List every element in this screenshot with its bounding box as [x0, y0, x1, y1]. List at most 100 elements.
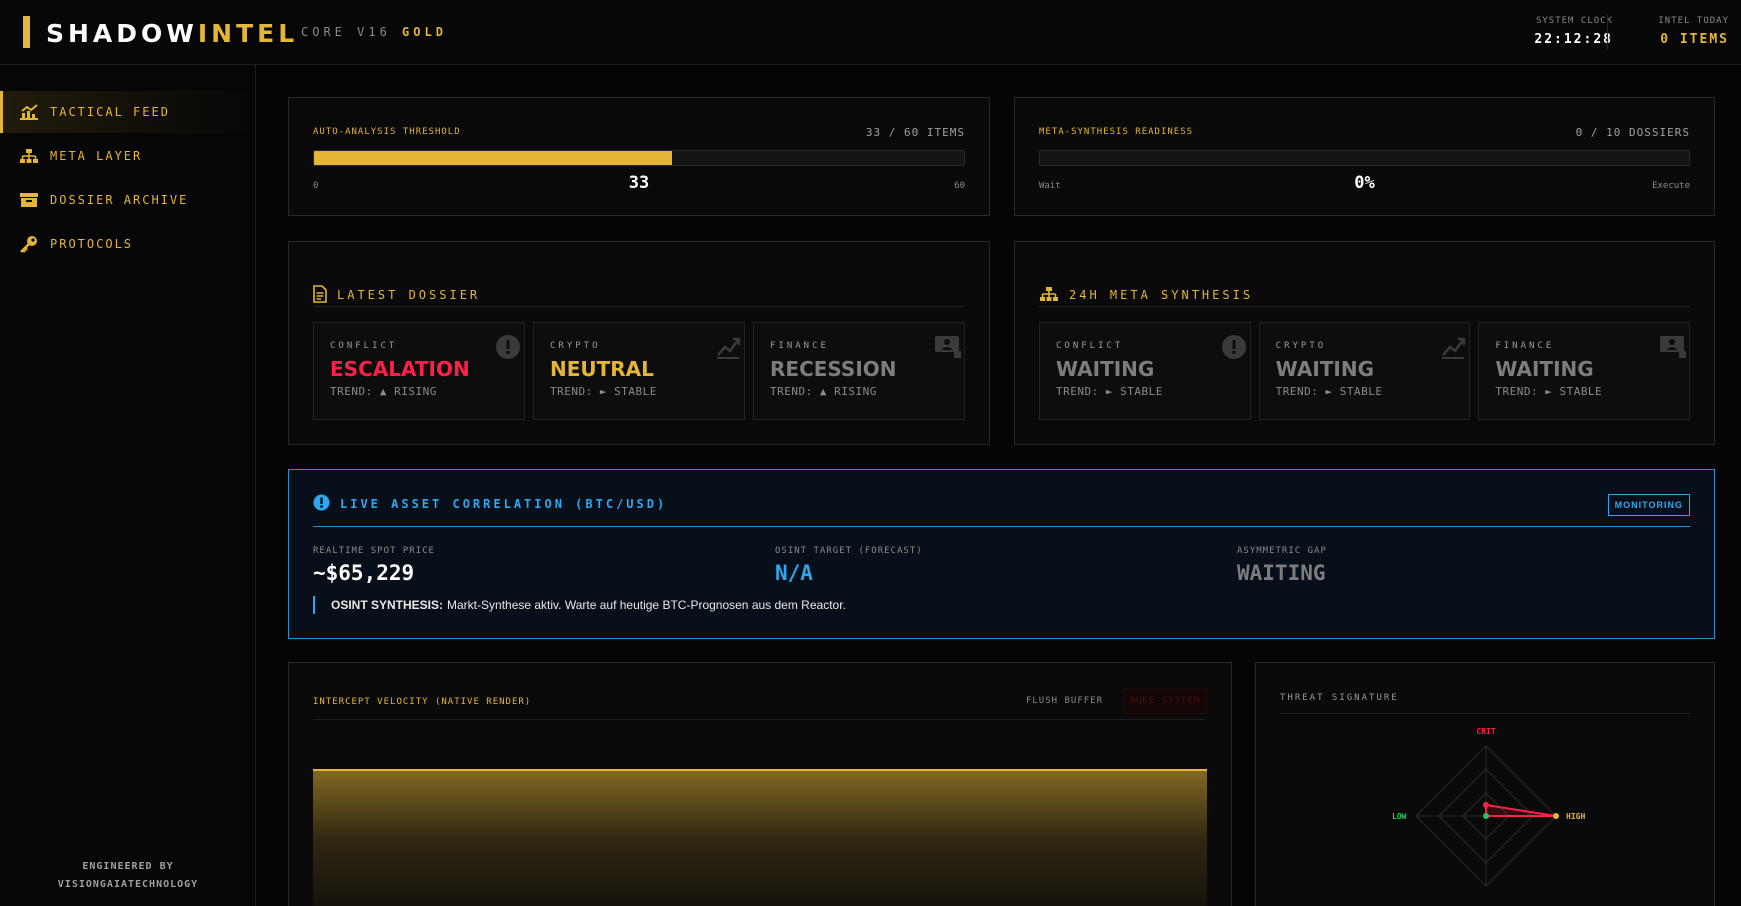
app-logo: SHADOWINTEL: [46, 19, 298, 48]
threat-title: THREAT SIGNATURE: [1280, 693, 1399, 703]
trend-chart-icon: [1437, 333, 1469, 361]
radar-point-crit: [1483, 802, 1489, 808]
card-state: WAITING: [1275, 357, 1374, 381]
card-state: NEUTRAL: [550, 357, 654, 381]
document-icon: [313, 284, 327, 306]
dossier-card-crypto[interactable]: CRYPTO NEUTRAL TREND: ► STABLE: [533, 322, 745, 420]
synthesis-label: OSINT SYNTHESIS:: [331, 598, 444, 612]
radar-label-crit: CRIT: [1476, 727, 1495, 736]
readiness-count: 0 / 10 DOSSIERS: [1575, 126, 1690, 139]
radar-series: [1485, 803, 1557, 817]
threshold-label: AUTO-ANALYSIS THRESHOLD: [313, 127, 461, 137]
meta-synthesis-readiness-panel: META-SYNTHESIS READINESS 0 / 10 DOSSIERS…: [1014, 97, 1715, 216]
logo-text-b: INTEL: [197, 19, 299, 48]
card-state: WAITING: [1495, 357, 1594, 381]
readiness-label: META-SYNTHESIS READINESS: [1039, 127, 1194, 137]
threshold-progress-bar: [313, 150, 965, 166]
archive-icon: [18, 191, 40, 209]
info-icon: [313, 494, 330, 514]
live-asset-correlation-panel: LIVE ASSET CORRELATION (BTC/USD) MONITOR…: [288, 469, 1715, 639]
latest-dossier-cards: CONFLICT ESCALATION TREND: ▲ RISING CRYP…: [313, 322, 965, 420]
card-category: FINANCE: [770, 341, 829, 351]
radar-point-low: [1483, 813, 1489, 819]
card-trend: TREND: ► STABLE: [1056, 385, 1163, 398]
meta-card-finance[interactable]: FINANCE WAITING TREND: ► STABLE: [1478, 322, 1691, 420]
intel-label: INTEL TODAY: [1658, 16, 1729, 26]
sidebar-item-label: DOSSIER ARCHIVE: [50, 193, 189, 207]
velocity-area-chart: [313, 769, 1207, 906]
sidebar-item-meta-layer[interactable]: META LAYER: [0, 135, 256, 177]
sitemap-icon: [1039, 286, 1059, 305]
threat-radar-chart: CRIT HIGH LOW: [1392, 727, 1585, 887]
sitemap-icon: [18, 147, 40, 165]
sidebar-item-dossier-archive[interactable]: DOSSIER ARCHIVE: [0, 179, 256, 221]
card-category: CONFLICT: [330, 341, 398, 351]
velocity-title: INTERCEPT VELOCITY (NATIVE RENDER): [313, 697, 532, 707]
user-tie-icon: [932, 333, 964, 361]
threat-signature-panel: THREAT SIGNATURE CRIT HIGH LOW: [1255, 662, 1715, 906]
radar-label-low: LOW: [1392, 812, 1407, 821]
sidebar-item-label: TACTICAL FEED: [50, 105, 170, 119]
top-header: SHADOWINTEL CORE V16 GOLD SYSTEM CLOCK 2…: [0, 0, 1741, 65]
readiness-max: Execute: [1652, 181, 1690, 191]
meta-card-crypto[interactable]: CRYPTO WAITING TREND: ► STABLE: [1258, 322, 1471, 420]
threshold-progress-fill: [314, 151, 672, 165]
card-category: CRYPTO: [1275, 341, 1327, 351]
key-icon: [18, 235, 40, 253]
threshold-value: 33: [628, 173, 650, 193]
sidebar-item-tactical-feed[interactable]: TACTICAL FEED: [0, 91, 256, 133]
system-clock: SYSTEM CLOCK 22:12:28: [1493, 16, 1613, 47]
dossier-card-conflict[interactable]: CONFLICT ESCALATION TREND: ▲ RISING: [313, 322, 525, 420]
credit-line-1: ENGINEERED BY: [82, 861, 174, 872]
synthesis-text: Markt-Synthese aktiv. Warte auf heutige …: [447, 598, 846, 612]
clock-value: 22:12:28: [1534, 32, 1613, 47]
chart-icon: [18, 103, 40, 121]
asymmetric-gap-value: WAITING: [1237, 561, 1326, 585]
logo-text-a: SHADOW: [46, 19, 198, 48]
card-trend: TREND: ▲ RISING: [330, 385, 437, 398]
spot-price-value: ~$65,229: [313, 561, 415, 585]
flush-buffer-button[interactable]: FLUSH BUFFER: [1026, 696, 1103, 706]
asymmetric-gap: ASYMMETRIC GAP WAITING: [1237, 546, 1327, 585]
sidebar-item-label: PROTOCOLS: [50, 237, 134, 251]
auto-analysis-threshold-panel: AUTO-ANALYSIS THRESHOLD 33 / 60 ITEMS 0 …: [288, 97, 990, 216]
osint-target-value: N/A: [775, 561, 813, 585]
sidebar-item-protocols[interactable]: PROTOCOLS: [0, 223, 256, 265]
card-trend: TREND: ► STABLE: [550, 385, 657, 398]
readiness-progress-bar: [1039, 150, 1690, 166]
card-category: FINANCE: [1495, 341, 1555, 351]
nuke-system-button[interactable]: NUKE SYSTEM: [1123, 688, 1207, 714]
spot-price-label: REALTIME SPOT PRICE: [313, 546, 435, 556]
card-trend: TREND: ▲ RISING: [770, 385, 877, 398]
card-state: ESCALATION: [330, 357, 470, 381]
trend-chart-icon: [712, 333, 744, 361]
meta-synthesis-title-text: 24H META SYNTHESIS: [1069, 288, 1254, 302]
btc-panel-title: LIVE ASSET CORRELATION (BTC/USD): [313, 494, 667, 514]
intercept-velocity-panel: INTERCEPT VELOCITY (NATIVE RENDER) FLUSH…: [288, 662, 1232, 906]
meta-card-conflict[interactable]: CONFLICT WAITING TREND: ► STABLE: [1039, 322, 1251, 420]
monitoring-button[interactable]: MONITORING: [1607, 494, 1690, 516]
version-core: CORE V16: [301, 25, 391, 39]
card-trend: TREND: ► STABLE: [1275, 385, 1383, 398]
credit-line-2: VISIONGAIATECHNOLOGY: [57, 879, 199, 890]
dossier-card-finance[interactable]: FINANCE RECESSION TREND: ▲ RISING: [753, 322, 965, 420]
threshold-count: 33 / 60 ITEMS: [865, 126, 965, 139]
sidebar: TACTICAL FEED META LAYER DOSSIER ARCHIVE…: [0, 65, 256, 906]
card-category: CRYPTO: [550, 341, 601, 351]
meta-synthesis-cards: CONFLICT WAITING TREND: ► STABLE CRYPTO …: [1039, 322, 1691, 420]
divider: [313, 306, 965, 307]
divider: [313, 526, 1690, 527]
divider: [313, 719, 1207, 720]
asymmetric-gap-label: ASYMMETRIC GAP: [1237, 546, 1327, 556]
card-category: CONFLICT: [1056, 341, 1124, 351]
intel-value: 0 ITEMS: [1660, 32, 1729, 47]
osint-target: OSINT TARGET (FORECAST) N/A: [775, 546, 923, 585]
osint-target-label: OSINT TARGET (FORECAST): [775, 546, 923, 556]
divider: [1280, 713, 1690, 714]
radar-point-high: [1553, 813, 1559, 819]
latest-dossier-panel: LATEST DOSSIER CONFLICT ESCALATION TREND…: [288, 241, 990, 445]
osint-synthesis-note: OSINT SYNTHESIS: Markt-Synthese aktiv. W…: [313, 596, 846, 614]
header-divider: [1607, 14, 1608, 50]
radar-label-high: HIGH: [1566, 812, 1585, 821]
latest-dossier-title-text: LATEST DOSSIER: [337, 288, 481, 302]
